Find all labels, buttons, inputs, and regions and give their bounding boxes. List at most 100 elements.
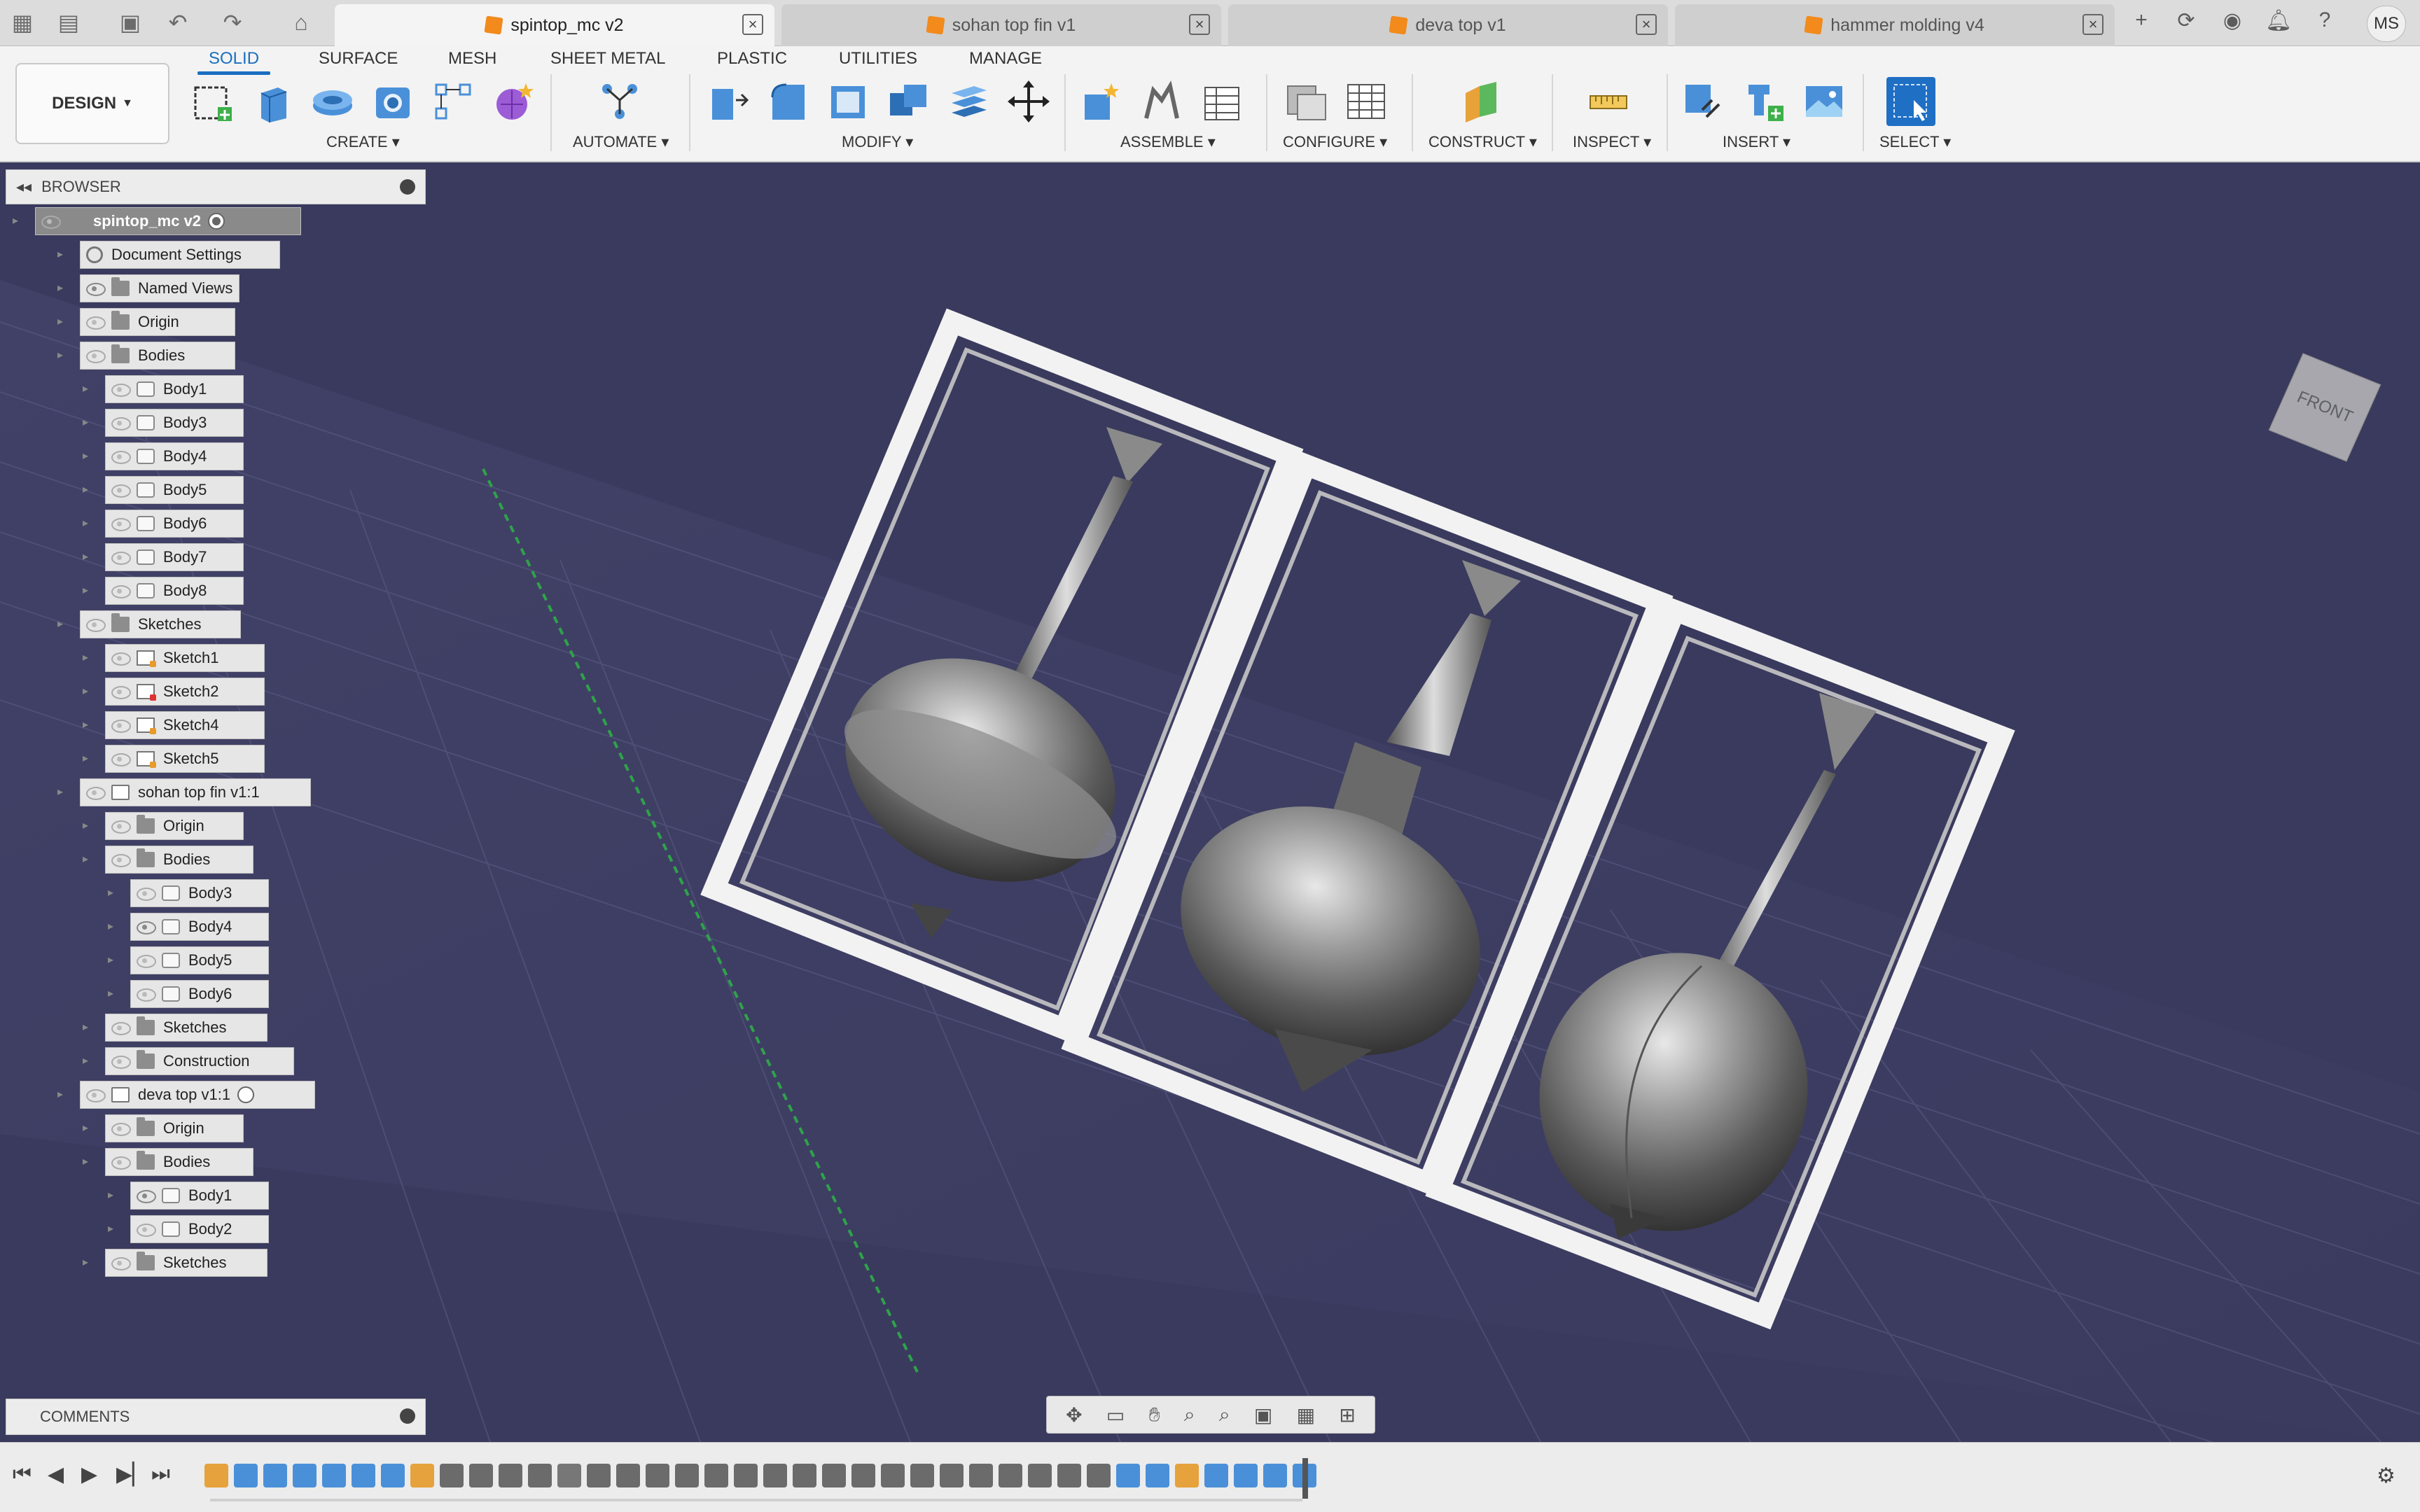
browser-node[interactable]: Sketch5 — [105, 745, 265, 773]
3d-viewport[interactable]: FRONT — [0, 162, 2420, 1442]
expand-toggle-icon[interactable]: ▸ — [57, 350, 69, 361]
expand-toggle-icon[interactable]: ▸ — [83, 753, 94, 764]
revolve-icon[interactable] — [308, 77, 357, 126]
timeline-feature-icon[interactable] — [763, 1464, 787, 1488]
expand-toggle-icon[interactable]: ▸ — [108, 1224, 119, 1235]
automate-icon[interactable] — [595, 77, 644, 126]
inspect-menu[interactable]: INSPECT ▾ — [1573, 133, 1651, 151]
display-settings-icon[interactable]: ▣ — [1254, 1404, 1272, 1427]
insert-derive-icon[interactable] — [1679, 77, 1728, 126]
visibility-eye-icon[interactable] — [85, 785, 106, 800]
tab-spintop[interactable]: spintop_mc v2 × — [335, 4, 774, 46]
create-sketch-icon[interactable] — [188, 77, 237, 126]
timeline-feature-icon[interactable] — [910, 1464, 934, 1488]
assemble-menu[interactable]: ASSEMBLE ▾ — [1120, 133, 1216, 151]
visibility-eye-icon[interactable] — [110, 415, 131, 430]
timeline-feature-icon[interactable] — [999, 1464, 1022, 1488]
model-canvas[interactable] — [0, 162, 2420, 1442]
activate-radio[interactable] — [237, 1086, 255, 1103]
visibility-eye-icon[interactable] — [110, 516, 131, 531]
expand-toggle-icon[interactable]: ▸ — [108, 888, 119, 899]
timeline-feature-icon[interactable] — [822, 1464, 846, 1488]
file-menu-icon[interactable]: ▤ — [53, 7, 84, 38]
select-icon[interactable] — [1886, 77, 1935, 126]
select-menu[interactable]: SELECT ▾ — [1879, 133, 1951, 151]
timeline-feature-icon[interactable] — [1116, 1464, 1140, 1488]
timeline-feature-icon[interactable] — [469, 1464, 493, 1488]
timeline-feature-icon[interactable] — [675, 1464, 699, 1488]
extrude-icon[interactable] — [248, 77, 297, 126]
step-back-icon[interactable]: ◀ — [48, 1462, 64, 1487]
browser-node[interactable]: Body1 — [130, 1182, 269, 1210]
zoom-icon[interactable]: ⌕ — [1184, 1404, 1195, 1427]
visibility-eye-icon[interactable] — [110, 852, 131, 867]
timeline-feature-icon[interactable] — [1204, 1464, 1228, 1488]
timeline-feature-icon[interactable] — [734, 1464, 758, 1488]
configure-menu[interactable]: CONFIGURE ▾ — [1283, 133, 1387, 151]
fillet-icon[interactable] — [763, 77, 812, 126]
form-icon[interactable] — [489, 77, 538, 126]
close-tab-icon[interactable]: × — [1636, 14, 1657, 35]
expand-toggle-icon[interactable]: ▸ — [83, 417, 94, 428]
expand-toggle-icon[interactable]: ▸ — [83, 585, 94, 596]
visibility-eye-icon[interactable] — [85, 348, 106, 363]
viewports-icon[interactable]: ⊞ — [1339, 1404, 1355, 1427]
visibility-eye-icon[interactable] — [85, 1087, 106, 1102]
timeline-feature-icon[interactable] — [1234, 1464, 1258, 1488]
step-forward-icon[interactable]: ▶▏ — [116, 1462, 148, 1487]
timeline-feature-icon[interactable] — [881, 1464, 905, 1488]
browser-node[interactable]: Body5 — [130, 946, 269, 974]
new-tab-icon[interactable]: + — [2126, 8, 2157, 32]
job-status-icon[interactable]: ◉ — [2217, 8, 2248, 33]
visibility-eye-icon[interactable] — [40, 214, 61, 229]
timeline-feature-icon[interactable] — [499, 1464, 522, 1488]
expand-toggle-icon[interactable]: ▸ — [83, 686, 94, 697]
panel-pin-icon[interactable] — [400, 179, 415, 195]
insert-canvas-icon[interactable] — [1800, 77, 1849, 126]
visibility-eye-icon[interactable] — [110, 583, 131, 598]
notifications-icon[interactable]: 🔔︎ — [2263, 8, 2294, 33]
expand-toggle-icon[interactable]: ▸ — [83, 384, 94, 395]
visibility-eye-icon[interactable] — [110, 818, 131, 834]
timeline-feature-icon[interactable] — [528, 1464, 552, 1488]
joint-icon[interactable] — [1137, 77, 1186, 126]
shell-icon[interactable] — [823, 77, 872, 126]
pan-icon[interactable]: ✋︎ — [1149, 1404, 1160, 1427]
timeline-feature-icon[interactable] — [793, 1464, 816, 1488]
browser-node[interactable]: Body6 — [130, 980, 269, 1008]
browser-node[interactable]: Body4 — [105, 442, 244, 470]
timeline-feature-icon[interactable] — [410, 1464, 434, 1488]
go-to-end-icon[interactable]: ⏭ — [151, 1462, 170, 1486]
timeline-feature-icon[interactable] — [1175, 1464, 1199, 1488]
expand-toggle-icon[interactable]: ▸ — [83, 1056, 94, 1067]
visibility-eye-icon[interactable] — [110, 482, 131, 498]
construct-menu[interactable]: CONSTRUCT ▾ — [1428, 133, 1537, 151]
browser-panel-header[interactable]: ◂◂ BROWSER — [6, 169, 426, 204]
tab-plastic[interactable]: PLASTIC — [717, 49, 787, 69]
expand-toggle-icon[interactable]: ▸ — [57, 283, 69, 294]
visibility-eye-icon[interactable] — [110, 1054, 131, 1069]
browser-node[interactable]: Origin — [105, 812, 244, 840]
redo-icon[interactable]: ↷ — [217, 7, 248, 38]
expand-toggle-icon[interactable]: ▸ — [83, 1022, 94, 1033]
browser-node[interactable]: Construction — [105, 1047, 294, 1075]
browser-node[interactable]: Body1 — [105, 375, 244, 403]
add-comment-icon[interactable] — [400, 1408, 415, 1424]
timeline-feature-icon[interactable] — [587, 1464, 611, 1488]
undo-icon[interactable]: ↶ — [162, 7, 193, 38]
browser-node[interactable]: Sketch4 — [105, 711, 265, 739]
expand-toggle-icon[interactable]: ▸ — [57, 787, 69, 798]
expand-toggle-icon[interactable]: ▸ — [83, 484, 94, 496]
timeline-feature-icon[interactable] — [1263, 1464, 1287, 1488]
bill-of-materials-icon[interactable] — [1197, 77, 1246, 126]
browser-node[interactable]: Bodies — [80, 342, 235, 370]
visibility-eye-icon[interactable] — [110, 718, 131, 733]
close-tab-icon[interactable]: × — [2082, 14, 2103, 35]
timeline-feature-icon[interactable] — [616, 1464, 640, 1488]
combine-icon[interactable] — [884, 77, 933, 126]
visibility-eye-icon[interactable] — [85, 281, 106, 296]
tab-deva-top[interactable]: deva top v1 × — [1228, 4, 1668, 46]
tab-hammer-molding[interactable]: hammer molding v4 × — [1675, 4, 2115, 46]
press-pull-icon[interactable] — [703, 77, 752, 126]
browser-node[interactable]: deva top v1:1 — [80, 1081, 315, 1109]
